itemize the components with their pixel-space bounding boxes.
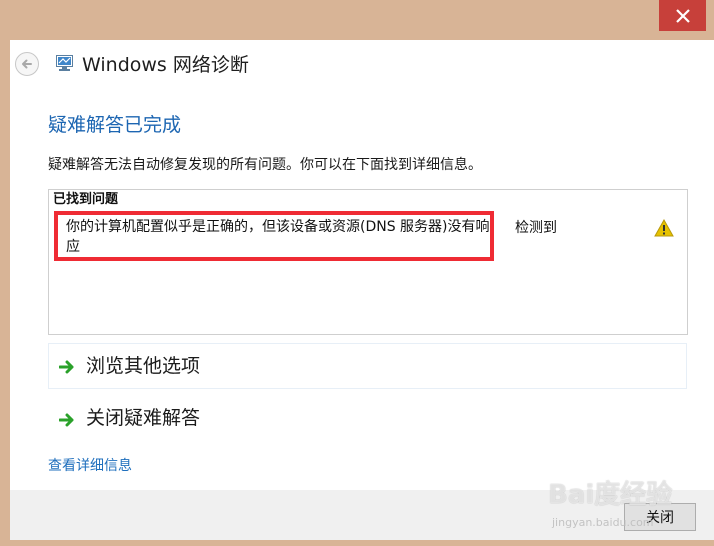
- green-arrow-icon: [59, 413, 74, 427]
- issue-status: 检测到: [515, 220, 557, 236]
- green-arrow-icon: [59, 360, 74, 374]
- close-icon: [675, 8, 690, 23]
- issue-description[interactable]: 你的计算机配置似乎是正确的，但该设备或资源(DNS 服务器)没有响应: [66, 217, 490, 257]
- baidu-watermark-url: jingyan.baidu.com: [552, 516, 654, 529]
- option-browse-other-label[interactable]: 浏览其他选项: [86, 353, 200, 379]
- back-arrow-icon: [22, 59, 32, 69]
- page-title: 疑难解答已完成: [48, 114, 182, 136]
- network-diagnostics-icon: [56, 55, 73, 71]
- option-close-troubleshooter-label[interactable]: 关闭疑难解答: [86, 405, 200, 431]
- view-details-link[interactable]: 查看详细信息: [48, 456, 132, 476]
- page-description: 疑难解答无法自动修复发现的所有问题。你可以在下面找到详细信息。: [48, 157, 482, 173]
- baidu-watermark: Bai度经验: [548, 480, 673, 510]
- issues-title: 已找到问题: [53, 192, 119, 207]
- window-title: Windows 网络诊断: [82, 54, 249, 76]
- window-close-button[interactable]: [659, 0, 706, 31]
- back-button[interactable]: [15, 52, 39, 76]
- warning-icon: [654, 219, 674, 237]
